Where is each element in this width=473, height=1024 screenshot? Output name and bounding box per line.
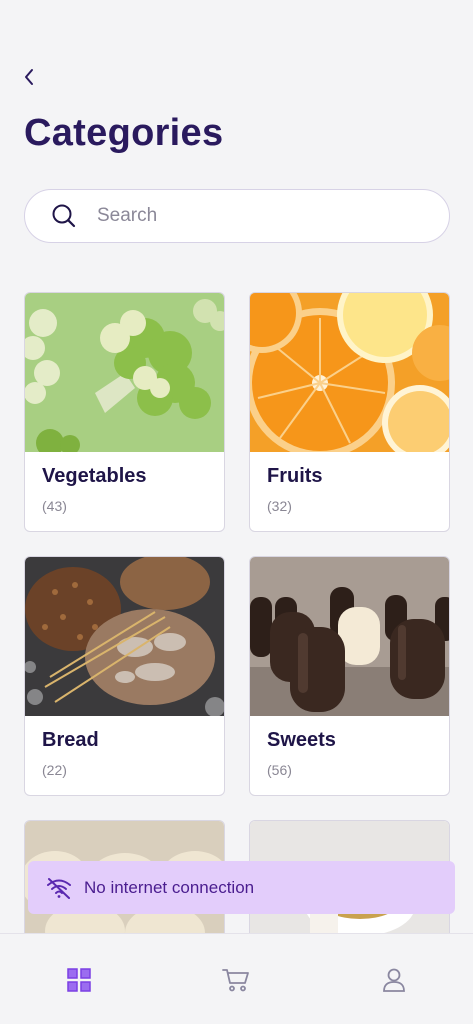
category-name: Vegetables [42,465,147,487]
search-bar[interactable] [24,189,450,243]
cart-icon [222,969,249,992]
chevron-left-icon [25,69,33,85]
profile-icon [383,968,405,992]
search-input[interactable] [97,205,397,227]
category-card-vegetables[interactable]: Vegetables (43) [24,292,225,532]
category-name: Fruits [267,465,323,487]
tab-cart[interactable] [220,964,252,996]
category-count: (22) [42,762,67,778]
category-card-bread[interactable]: Bread (22) [24,556,225,796]
bread-image [25,557,224,716]
category-count: (56) [267,762,292,778]
tab-categories[interactable] [63,964,95,996]
fruits-image [250,293,449,452]
sweets-image [250,557,449,716]
category-card-fruits[interactable]: Fruits (32) [249,292,450,532]
category-name: Sweets [267,729,336,751]
wifi-off-icon [47,877,71,899]
category-card-sweets[interactable]: Sweets (56) [249,556,450,796]
category-count: (43) [42,498,67,514]
bottom-tab-bar [0,933,473,1024]
toast-message: No internet connection [84,877,255,897]
grid-icon [67,968,91,992]
search-icon [52,204,76,228]
tab-profile[interactable] [378,964,410,996]
categories-screen: Categories Vegetables (43) [0,0,473,1024]
offline-toast: No internet connection [28,861,455,914]
vegetables-image [25,293,224,452]
back-button[interactable] [18,66,40,88]
category-name: Bread [42,729,99,751]
category-count: (32) [267,498,292,514]
page-title: Categories [24,112,224,154]
